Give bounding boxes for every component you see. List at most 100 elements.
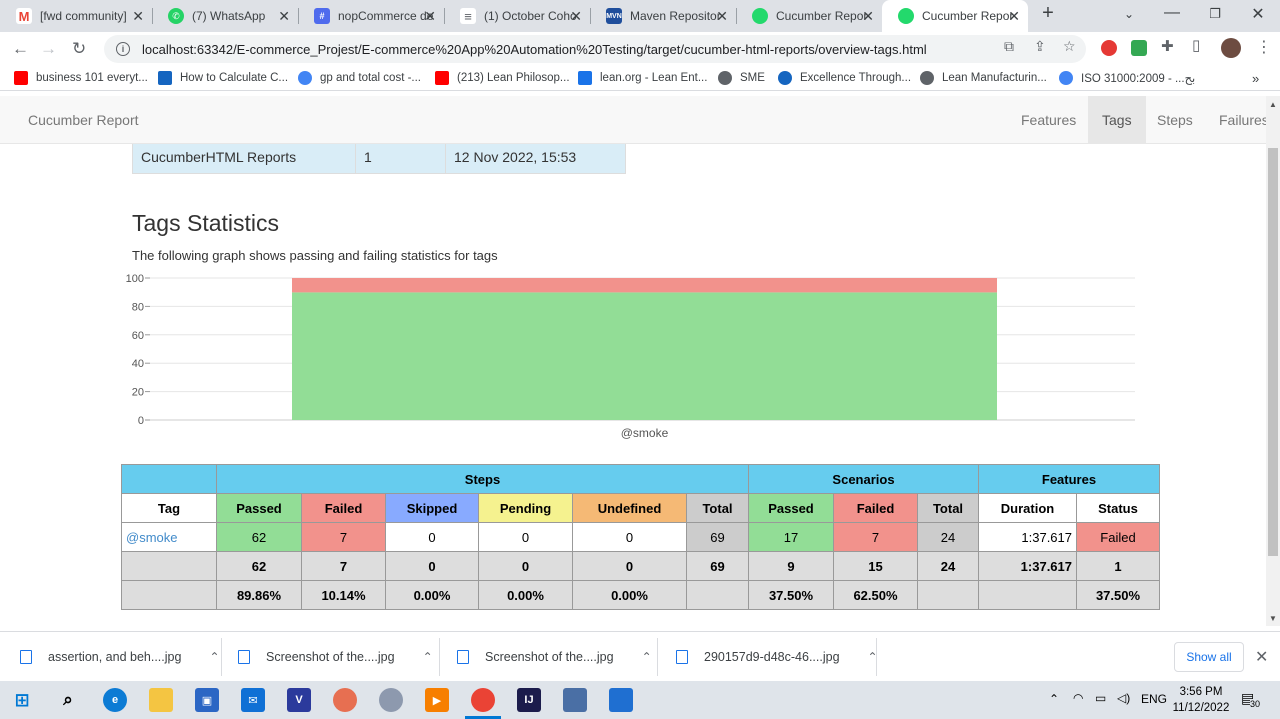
edge-icon[interactable]: e	[103, 688, 127, 712]
tab-strip: M [fwd community] ✕ ✆ (7) WhatsApp ✕ # n…	[0, 0, 1280, 32]
tab-cucumber-1[interactable]: Cucumber Repor ✕	[736, 0, 882, 32]
chevron-up-icon[interactable]: ⌃	[209, 650, 219, 664]
show-all-button[interactable]: Show all	[1174, 642, 1244, 672]
tab-nopcommerce[interactable]: # nopCommerce de ✕	[298, 0, 444, 32]
bookmarks-overflow-icon[interactable]: »	[1252, 71, 1259, 86]
intellij-icon[interactable]: IJ	[517, 688, 541, 712]
extensions-puzzle-icon[interactable]: ✚	[1161, 37, 1174, 55]
close-icon[interactable]: ✕	[278, 8, 290, 25]
mail-icon[interactable]: ✉	[241, 688, 265, 712]
tab-october-cohort[interactable]: ≡ (1) October Coho ✕	[444, 0, 590, 32]
download-item[interactable]: assertion, and beh....jpg ⌃	[20, 632, 220, 682]
bookmark-item[interactable]: Lean Manufacturin...	[920, 71, 1047, 85]
close-icon[interactable]: ✕	[716, 8, 728, 25]
search-icon[interactable]: ⌕	[56, 688, 80, 712]
cell-status: Failed	[1076, 522, 1160, 552]
battery-icon[interactable]: ▭	[1095, 691, 1106, 705]
window-close-icon[interactable]: ✕	[1246, 4, 1270, 24]
bookmark-item[interactable]: Excellence Through...	[778, 71, 911, 85]
nav-steps[interactable]: Steps	[1143, 96, 1207, 144]
tab-search-chevron-icon[interactable]: ⌄	[1117, 7, 1141, 21]
totals-row: 62 7 0 0 0 69 9 15 24 1:37.617 1	[121, 551, 1160, 581]
passed-area	[292, 292, 997, 420]
close-downloads-icon[interactable]: ✕	[1255, 647, 1268, 667]
bookmark-item[interactable]: How to Calculate C...	[158, 71, 288, 85]
minimize-icon[interactable]: —	[1160, 4, 1184, 22]
image-file-icon	[457, 650, 469, 664]
close-icon[interactable]: ✕	[862, 8, 874, 25]
bookmark-item[interactable]: lean.org - Lean Ent...	[578, 71, 707, 85]
totals-blank	[121, 551, 217, 581]
tag-cell[interactable]: @smoke	[121, 522, 217, 552]
share-icon[interactable]: ⇪	[1034, 38, 1046, 55]
store-icon[interactable]: ▣	[195, 688, 219, 712]
nav-features[interactable]: Features	[1007, 96, 1090, 144]
app-icon[interactable]	[333, 688, 357, 712]
page-scrollbar[interactable]: ▲ ▼	[1266, 96, 1280, 626]
tab-cucumber-active[interactable]: Cucumber Repor ✕	[882, 0, 1028, 32]
total-status: 1	[1076, 551, 1160, 581]
download-item[interactable]: Screenshot of the....jpg ⌃	[457, 632, 652, 682]
tab-whatsapp[interactable]: ✆ (7) WhatsApp ✕	[152, 0, 298, 32]
tag-link[interactable]: @smoke	[126, 530, 178, 545]
volume-icon[interactable]: ◁)	[1117, 691, 1130, 705]
percent-steps-pending: 0.00%	[478, 580, 573, 610]
google-icon	[1059, 71, 1073, 85]
y-tick-label: 0	[138, 415, 144, 427]
close-icon[interactable]: ✕	[570, 8, 582, 25]
nopcommerce-icon: #	[314, 8, 330, 24]
extension-flask-icon[interactable]	[1131, 40, 1147, 56]
percent-scenarios-failed: 62.50%	[833, 580, 918, 610]
nav-failures[interactable]: Failures	[1205, 96, 1266, 144]
translate-icon[interactable]: ⧉	[1004, 38, 1014, 55]
restore-icon[interactable]: ❐	[1203, 6, 1227, 22]
tray-overflow-icon[interactable]: ⌃	[1049, 692, 1059, 706]
bookmark-item[interactable]: SME	[718, 71, 765, 85]
visio-icon[interactable]: V	[287, 688, 311, 712]
bookmark-item[interactable]: business 101 everyt...	[14, 71, 148, 85]
chevron-up-icon[interactable]: ⌃	[423, 650, 433, 664]
extension-red-icon[interactable]	[1101, 40, 1117, 56]
close-icon[interactable]: ✕	[424, 8, 436, 25]
download-item[interactable]: 290157d9-d48c-46....jpg ⌃	[676, 632, 878, 682]
bookmark-star-icon[interactable]: ☆	[1063, 38, 1076, 55]
group-header-blank	[121, 464, 217, 494]
clock-time: 3:56 PM	[1179, 686, 1223, 698]
address-bar[interactable]: i localhost:63342/E-commerce_Projest/E-c…	[104, 35, 1086, 63]
forward-icon[interactable]: →	[40, 39, 57, 59]
tab-gmail[interactable]: M [fwd community] ✕	[0, 0, 152, 32]
close-icon[interactable]: ✕	[1008, 8, 1020, 25]
media-player-icon[interactable]: ▶	[425, 688, 449, 712]
avatar[interactable]	[1221, 38, 1241, 58]
chevron-up-icon[interactable]: ⌃	[642, 650, 652, 664]
back-icon[interactable]: ←	[12, 39, 29, 59]
bookmark-item[interactable]: ISO 31000:2009 - ...بح	[1059, 71, 1195, 85]
site-info-icon[interactable]: i	[116, 42, 130, 56]
language-indicator[interactable]: ENG	[1141, 692, 1167, 706]
menu-kebab-icon[interactable]: ⋮	[1256, 37, 1272, 57]
brand[interactable]: Cucumber Report	[28, 112, 139, 128]
reload-icon[interactable]: ↻	[72, 39, 86, 59]
file-explorer-icon[interactable]	[149, 688, 173, 712]
download-item[interactable]: Screenshot of the....jpg ⌃	[238, 632, 433, 682]
report-info-row: CucumberHTML Reports 1 12 Nov 2022, 15:5…	[132, 144, 626, 174]
clock[interactable]: 3:56 PM 11/12/2022	[1170, 684, 1232, 716]
windows-start-icon[interactable]: ⊞	[10, 688, 34, 712]
image-file-icon	[676, 650, 688, 664]
bookmark-item[interactable]: gp and total cost -...	[298, 71, 421, 85]
scroll-up-icon[interactable]: ▲	[1269, 100, 1277, 109]
side-panel-icon[interactable]: ▯	[1192, 36, 1200, 54]
bookmark-item[interactable]: (213) Lean Philosop...	[435, 71, 570, 85]
scrollbar-thumb[interactable]	[1268, 148, 1278, 556]
new-tab-icon[interactable]: +	[1036, 2, 1060, 25]
scroll-down-icon[interactable]: ▼	[1269, 614, 1277, 623]
app-icon[interactable]	[379, 688, 403, 712]
photos-icon[interactable]	[609, 688, 633, 712]
bookmark-label: Lean Manufacturin...	[942, 72, 1047, 84]
close-icon[interactable]: ✕	[132, 8, 144, 25]
wifi-icon[interactable]: ◠	[1073, 691, 1083, 705]
chrome-icon[interactable]	[471, 688, 495, 712]
tab-maven[interactable]: MVN Maven Repositor ✕	[590, 0, 736, 32]
network-app-icon[interactable]	[563, 688, 587, 712]
nav-tags[interactable]: Tags	[1088, 96, 1146, 144]
